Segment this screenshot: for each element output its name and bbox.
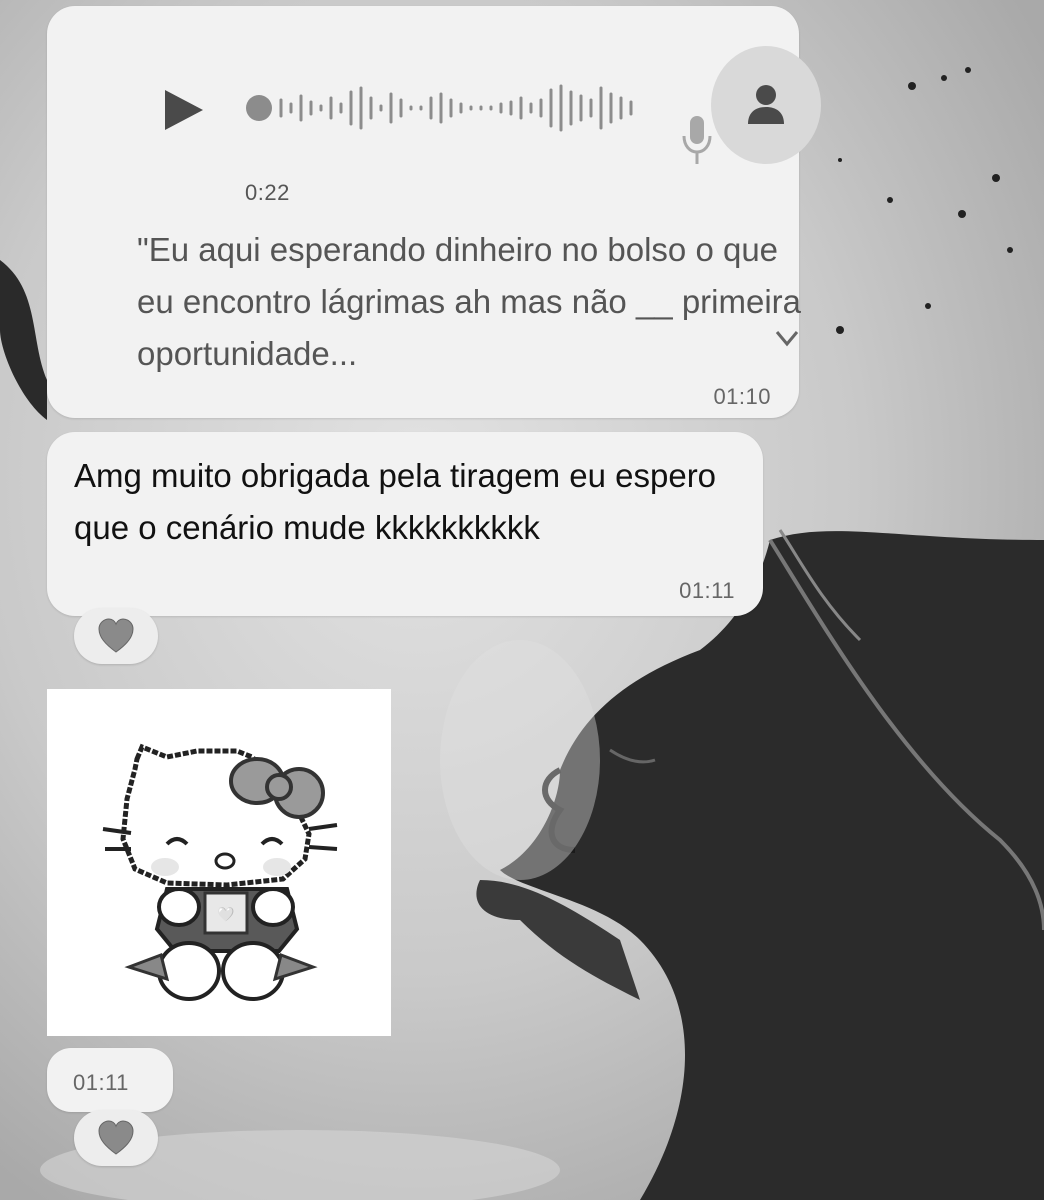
microphone-icon xyxy=(681,114,713,166)
grey-heart-icon xyxy=(98,1120,134,1155)
audio-waveform[interactable] xyxy=(245,78,645,138)
sticker-timestamp-bubble: 01:11 xyxy=(47,1048,173,1112)
person-icon xyxy=(748,85,784,124)
message-timestamp: 01:11 xyxy=(679,578,735,603)
voice-message-bubble[interactable]: 0:22 "Eu aqui esperando dinheiro no bols… xyxy=(47,6,821,418)
reaction-badge[interactable] xyxy=(74,1110,158,1166)
message-timestamp: 01:10 xyxy=(713,384,771,409)
message-text: Amg muito obrigada pela tiragem eu esper… xyxy=(74,457,717,546)
hello-kitty-sticker[interactable]: 🤍 xyxy=(47,689,391,1036)
chevron-down-icon[interactable] xyxy=(772,328,802,350)
text-message-bubble[interactable]: Amg muito obrigada pela tiragem eu esper… xyxy=(47,432,763,616)
message-timestamp: 01:11 xyxy=(73,1070,129,1095)
svg-text:🤍: 🤍 xyxy=(217,906,235,923)
voice-transcript: "Eu aqui esperando dinheiro no bolso o q… xyxy=(137,231,802,372)
grey-heart-icon xyxy=(98,618,134,653)
reaction-badge[interactable] xyxy=(74,608,158,664)
sender-avatar[interactable] xyxy=(711,46,821,164)
hello-kitty-icon: 🤍 xyxy=(47,689,391,1036)
audio-duration: 0:22 xyxy=(245,180,290,205)
play-icon[interactable] xyxy=(159,86,207,134)
